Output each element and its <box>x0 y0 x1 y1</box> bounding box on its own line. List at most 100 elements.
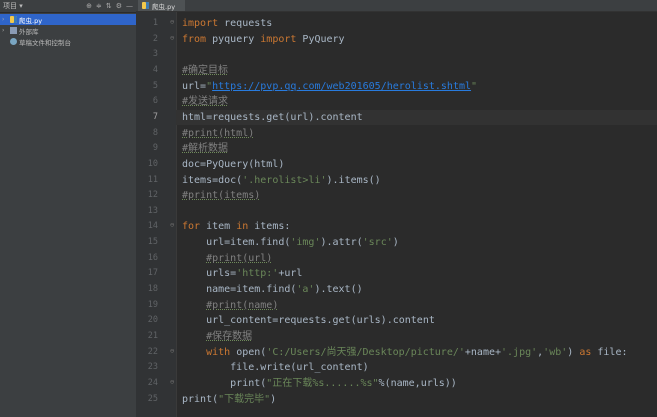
code-token: print( <box>182 393 219 405</box>
gear-icon[interactable]: ⚙ <box>116 1 122 11</box>
code-token: ) <box>392 237 399 249</box>
code-token: html=requests.get(url).content <box>182 111 363 123</box>
editor-tab-active[interactable]: 爬虫.py <box>138 0 186 11</box>
fold-marker-icon[interactable]: ⊖ <box>170 34 174 42</box>
code-line[interactable]: #保存数据 <box>182 329 252 344</box>
code-line[interactable]: url= "https://pvp.qq.com/web201605/heroli… <box>182 79 477 94</box>
code-line[interactable]: url=item.find('img').attr('src') <box>182 235 399 250</box>
code-token: print( <box>182 377 267 389</box>
code-line[interactable]: print("下载完毕") <box>182 392 276 407</box>
line-number: 22 <box>147 346 158 357</box>
collapse-all-icon[interactable]: ≑ <box>96 1 102 11</box>
line-number: 11 <box>147 174 158 185</box>
code-token: '.jpg' <box>501 346 538 358</box>
line-number: 7 <box>152 111 158 122</box>
code-token: url= <box>182 80 207 92</box>
code-token: 'a' <box>296 284 315 296</box>
project-view-selector[interactable]: 项目 ▾ <box>3 1 23 11</box>
code-token: ).attr( <box>320 237 363 249</box>
line-number: 14 <box>147 221 158 232</box>
code-token: 'wb' <box>543 346 568 358</box>
code-token: as <box>579 346 592 358</box>
code-line[interactable]: name=item.find('a').text() <box>182 282 363 297</box>
code-line[interactable]: for item in items: <box>182 219 290 234</box>
python-file-icon <box>10 16 17 23</box>
code-token: "下载完毕" <box>218 393 271 405</box>
chevron-right-icon[interactable]: › <box>2 27 8 34</box>
library-icon <box>10 27 17 34</box>
line-number: 25 <box>147 393 158 404</box>
code-line[interactable]: file.write(url_content) <box>182 360 369 375</box>
code-token: pyquery <box>206 33 261 45</box>
code-token: %(name,urls)) <box>378 377 457 389</box>
code-line[interactable]: html=requests.get(url).content <box>182 110 363 125</box>
code-token: import <box>260 33 297 45</box>
code-token: #print(url) <box>206 252 273 264</box>
locate-icon[interactable]: ⊕ <box>86 1 92 11</box>
code-line[interactable]: #发送请求 <box>182 94 228 109</box>
code-token: #print(html) <box>182 127 255 139</box>
line-number: 17 <box>147 268 158 279</box>
code-line[interactable]: #print(items) <box>182 188 260 203</box>
tree-item-external-libraries[interactable]: › 外部库 <box>0 25 136 36</box>
editor-tab-bar: 爬虫.py <box>136 0 657 12</box>
code-line[interactable]: doc=PyQuery(html) <box>182 157 284 172</box>
code-line[interactable]: #print(url) <box>182 251 272 266</box>
line-number: 9 <box>152 143 158 154</box>
code-token: items: <box>248 221 291 233</box>
fold-marker-icon[interactable]: ⊖ <box>170 221 174 229</box>
line-number: 21 <box>147 331 158 341</box>
chevron-right-icon[interactable]: › <box>2 16 8 23</box>
code-token: file: <box>591 346 628 358</box>
code-token: urls= <box>182 268 237 280</box>
code-token: doc=PyQuery(html) <box>182 158 285 170</box>
line-number: 1 <box>152 18 158 28</box>
line-number: 3 <box>152 49 158 60</box>
code-line[interactable]: items=doc('.herolist>li').items() <box>182 173 381 188</box>
line-number: 19 <box>147 299 158 310</box>
tree-item-label: 外部库 <box>19 27 39 36</box>
code-token: import <box>182 18 219 29</box>
code-token: items=doc( <box>182 174 243 186</box>
fold-marker-icon[interactable]: ⊖ <box>170 378 174 386</box>
code-token: ) <box>567 346 580 358</box>
code-line[interactable]: import requests <box>182 16 272 31</box>
code-token: https://pvp.qq.com/web201605/herolist.sh… <box>212 80 472 92</box>
code-token: url=item.find( <box>182 237 291 249</box>
code-token: +name+ <box>464 346 502 358</box>
code-line[interactable]: #解析数据 <box>182 141 228 156</box>
code-line[interactable]: #确定目标 <box>182 63 228 78</box>
code-token: ) <box>270 393 277 405</box>
code-token: open( <box>230 346 267 358</box>
line-number: 24 <box>147 377 158 388</box>
expand-icon[interactable]: ⇅ <box>106 1 112 11</box>
code-token: 'src' <box>362 237 393 249</box>
code-token: " <box>471 80 478 92</box>
code-line[interactable]: #print(html) <box>182 126 254 141</box>
code-line[interactable]: urls='http:'+url <box>182 266 302 281</box>
code-line[interactable]: from pyquery import PyQuery <box>182 32 345 47</box>
tree-item-py-file[interactable]: › 爬虫.py <box>0 14 136 25</box>
code-line[interactable]: with open('C:/Users/尚天强/Desktop/picture/… <box>182 345 627 360</box>
code-editor[interactable]: import requests from pyquery import PyQue… <box>176 12 657 417</box>
code-line[interactable]: url_content=requests.get(urls).content <box>182 313 435 328</box>
line-number-gutter: 1 ⊖ 2 ⊖ 3 4 5 6 7 8 9 10 11 12 13 14 ⊖ 15 16 17 18 19 20 21 22 ⊖ 2… <box>136 12 177 417</box>
fold-marker-icon[interactable]: ⊖ <box>170 18 174 26</box>
code-token: #print(name) <box>206 299 279 311</box>
code-token: url_content=requests.get(urls).content <box>182 315 435 327</box>
code-token: #确定目标 <box>182 64 229 76</box>
code-token: #解析数据 <box>182 143 229 155</box>
code-line[interactable]: print("正在下载%s......%s"%(name,urls)) <box>182 376 457 391</box>
code-token: PyQuery <box>296 33 345 45</box>
hide-panel-icon[interactable]: — <box>126 1 133 11</box>
line-number: 2 <box>152 33 158 44</box>
project-toolbar: 项目 ▾ ⊕ ≑ ⇅ ⚙ — <box>0 0 136 13</box>
line-number: 10 <box>147 158 158 169</box>
code-token: file.write(url_content) <box>182 362 369 374</box>
code-line[interactable]: #print(name) <box>182 298 278 313</box>
code-token: #保存数据 <box>206 331 253 342</box>
tree-item-scratches[interactable]: 草稿文件和控制台 <box>0 36 136 47</box>
fold-marker-icon[interactable]: ⊖ <box>170 347 174 355</box>
